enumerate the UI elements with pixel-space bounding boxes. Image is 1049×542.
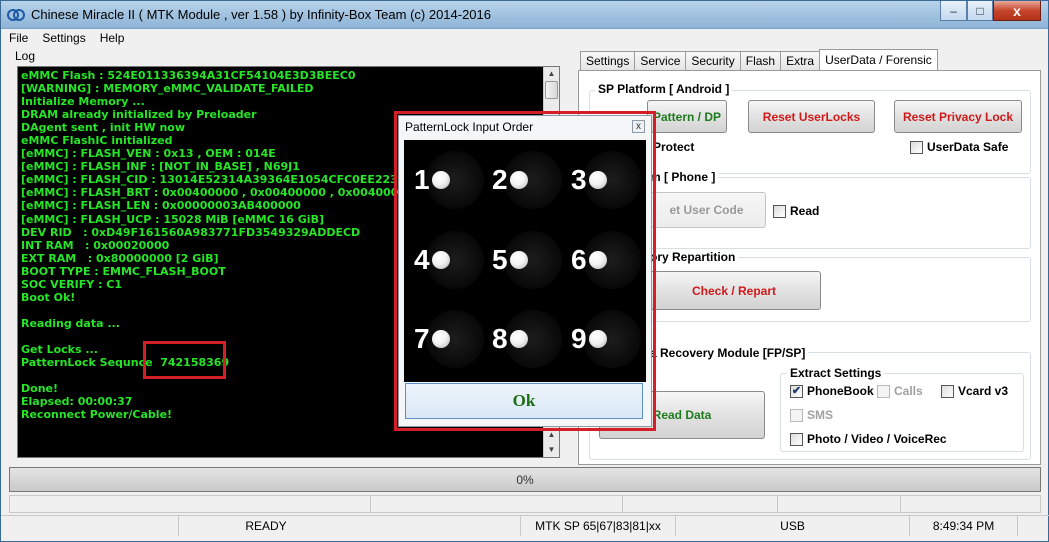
check-repart-button[interactable]: Check / Repart (647, 271, 821, 310)
log-label: Log (15, 49, 36, 63)
tab-service[interactable]: Service (634, 51, 687, 70)
pattern-number: 8 (492, 323, 508, 354)
status-state: READY (178, 516, 353, 536)
phone-title: m [ Phone ] (647, 170, 719, 184)
tab-userdata-forensic[interactable]: UserData / Forensic (819, 49, 938, 70)
pattern-number: 6 (571, 244, 587, 275)
vcard-label: Vcard v3 (958, 384, 1009, 398)
title-bar[interactable]: Chinese Miracle II ( MTK Module , ver 1.… (1, 1, 1048, 29)
tab-flash[interactable]: Flash (739, 51, 782, 70)
window-title: Chinese Miracle II ( MTK Module , ver 1.… (31, 7, 492, 22)
calls-checkbox[interactable]: Calls (877, 384, 923, 398)
pattern-number: 7 (414, 323, 430, 354)
menu-file[interactable]: File (9, 31, 28, 49)
reset-userlocks-button[interactable]: Reset UserLocks (748, 100, 875, 133)
pattern-dp-button[interactable]: Pattern / DP (647, 100, 727, 133)
ok-button[interactable]: Ok (405, 383, 643, 419)
pattern-dot-icon (589, 251, 607, 269)
status-strip (9, 495, 1041, 513)
phonebook-check-icon[interactable]: ✔ (790, 384, 803, 398)
close-button[interactable]: x (993, 1, 1041, 21)
calls-label: Calls (894, 384, 923, 398)
dialog-close-icon[interactable]: x (632, 120, 645, 133)
pattern-grid[interactable]: 1 2 3 4 5 6 7 8 9 (404, 140, 646, 382)
read-label: Read (790, 204, 820, 218)
pattern-dot-icon (510, 330, 528, 348)
reset-privacy-lock-button[interactable]: Reset Privacy Lock (894, 100, 1022, 133)
app-logo-icon (7, 9, 25, 21)
menu-settings[interactable]: Settings (42, 31, 85, 49)
vcard-checkbox[interactable]: Vcard v3 (941, 384, 1008, 398)
status-divider (777, 496, 778, 512)
recovery-title: a Recovery Module [FP/SP] (647, 346, 809, 360)
maximize-button[interactable]: □ (967, 1, 993, 21)
pattern-dot-icon (589, 330, 607, 348)
status-bar: READY MTK SP 65|67|83|81|xx USB 8:49:34 … (1, 515, 1049, 536)
log-line: eMMC Flash : 524E011336394A31CF54104E3D3… (21, 69, 356, 82)
vcard-box[interactable] (941, 384, 954, 398)
repartition-title: ory Repartition (647, 250, 739, 264)
set-user-code-button[interactable]: et User Code (647, 192, 766, 228)
scroll-down-arrow-icon[interactable]: ▼ (546, 444, 557, 455)
photo-video-label: Photo / Video / VoiceRec (807, 432, 947, 446)
sequence-highlight-box (143, 341, 226, 379)
status-divider (370, 496, 371, 512)
pattern-number: 4 (414, 244, 430, 275)
pattern-dot-icon (432, 171, 450, 189)
scroll-up-icon[interactable]: ▲ (546, 68, 557, 79)
tab-settings[interactable]: Settings (580, 51, 636, 70)
calls-box[interactable] (877, 384, 890, 398)
phonebook-label: PhoneBook (807, 384, 874, 398)
pattern-number: 9 (571, 323, 587, 354)
scroll-thumb[interactable] (545, 81, 558, 99)
sms-label: SMS (807, 408, 834, 422)
pattern-number: 2 (492, 164, 508, 195)
read-checkbox[interactable]: Read (773, 204, 819, 218)
phonebook-checkbox[interactable]: ✔ PhoneBook (790, 384, 874, 398)
status-divider (1017, 516, 1018, 536)
status-divider (622, 496, 623, 512)
progress-bar: 0% (9, 467, 1041, 492)
status-platform: MTK SP 65|67|83|81|xx (520, 516, 675, 536)
pattern-number: 5 (492, 244, 508, 275)
minimize-button[interactable]: – (940, 1, 967, 21)
photo-video-checkbox[interactable]: Photo / Video / VoiceRec (790, 432, 947, 446)
userdata-safe-checkbox[interactable]: UserData Safe (910, 140, 1008, 154)
menu-bar: File Settings Help (9, 31, 124, 49)
tab-strip: Settings Service Security Flash Extra Us… (580, 49, 938, 71)
log-line: [WARNING] : MEMORY_eMMC_VALIDATE_FAILED (21, 82, 314, 96)
status-connection: USB (675, 516, 909, 536)
tab-extra[interactable]: Extra (780, 51, 821, 70)
patternlock-dialog: PatternLock Input Order x 1 2 3 4 5 6 7 8 9 Ok (398, 115, 652, 427)
main-window: Chinese Miracle II ( MTK Module , ver 1.… (0, 0, 1049, 542)
pattern-dot-icon (432, 251, 450, 269)
log-line: Initialize Memory ... (21, 95, 145, 109)
userdata-safe-label: UserData Safe (927, 140, 1009, 154)
sms-box[interactable] (790, 408, 803, 422)
pattern-dot-icon (432, 330, 450, 348)
menu-help[interactable]: Help (100, 31, 125, 49)
tab-security[interactable]: Security (685, 51, 741, 70)
status-time: 8:49:34 PM (909, 516, 1017, 536)
pattern-number: 3 (571, 164, 587, 195)
userdata-safe-box[interactable] (910, 140, 923, 154)
pattern-dot-icon (510, 251, 528, 269)
dialog-title: PatternLock Input Order (405, 120, 534, 134)
sms-checkbox[interactable]: SMS (790, 408, 833, 422)
progress-text: 0% (516, 473, 534, 487)
pattern-number: 1 (414, 164, 430, 195)
pattern-dot-icon (589, 171, 607, 189)
pattern-dot-icon (510, 171, 528, 189)
extract-settings-title: Extract Settings (787, 366, 885, 380)
status-divider (900, 496, 901, 512)
protect-label: Protect (653, 140, 695, 154)
read-box[interactable] (773, 204, 786, 218)
sp-platform-title: SP Platform [ Android ] (595, 82, 733, 96)
photo-video-box[interactable] (790, 432, 803, 446)
